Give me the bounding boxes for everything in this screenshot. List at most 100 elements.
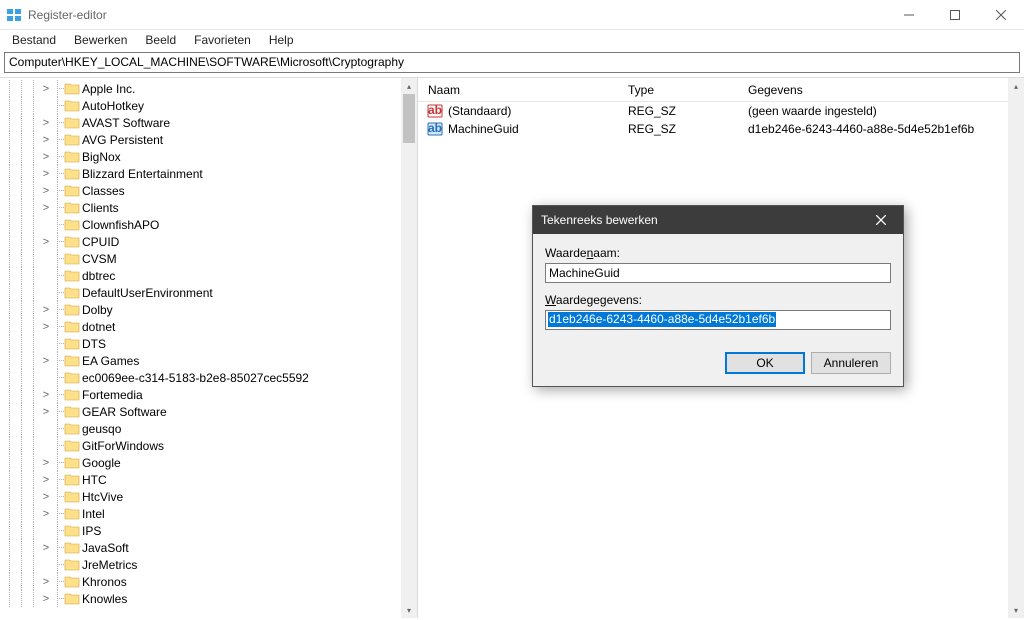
close-button[interactable] <box>978 0 1024 30</box>
window-controls <box>886 0 1024 30</box>
tree-item[interactable]: > dotnet <box>0 318 401 335</box>
folder-icon <box>64 302 80 318</box>
tree-item[interactable]: > Fortemedia <box>0 386 401 403</box>
expand-icon[interactable]: > <box>40 508 52 520</box>
tree-item[interactable]: DefaultUserEnvironment <box>0 284 401 301</box>
folder-icon <box>64 540 80 556</box>
tree-item-label: EA Games <box>82 354 139 368</box>
tree-item[interactable]: IPS <box>0 522 401 539</box>
expand-icon[interactable]: > <box>40 117 52 129</box>
col-naam[interactable]: Naam <box>418 79 618 101</box>
expand-icon[interactable]: > <box>40 355 52 367</box>
folder-icon <box>64 557 80 573</box>
value-name-input[interactable] <box>545 263 891 283</box>
tree-item[interactable]: AutoHotkey <box>0 97 401 114</box>
menu-bewerken[interactable]: Bewerken <box>66 31 135 49</box>
tree-item[interactable]: >HtcVive <box>0 488 401 505</box>
minimize-button[interactable] <box>886 0 932 30</box>
tree-item[interactable]: > BigNox <box>0 148 401 165</box>
folder-icon <box>64 353 80 369</box>
expand-icon[interactable]: > <box>40 406 52 418</box>
string-red-icon <box>426 103 444 119</box>
tree-item-label: Knowles <box>82 592 127 606</box>
registry-tree[interactable]: >Apple Inc.AutoHotkey>AVAST Software>AVG… <box>0 78 401 607</box>
tree-item[interactable]: JreMetrics <box>0 556 401 573</box>
scroll-down-icon[interactable]: ▾ <box>1008 602 1024 618</box>
menu-beeld[interactable]: Beeld <box>137 31 184 49</box>
expand-icon[interactable]: > <box>40 202 52 214</box>
folder-icon <box>64 387 80 403</box>
expand-icon[interactable]: > <box>40 593 52 605</box>
value-row[interactable]: (Standaard)REG_SZ(geen waarde ingesteld) <box>418 102 1024 120</box>
menu-favorieten[interactable]: Favorieten <box>186 31 259 49</box>
col-type[interactable]: Type <box>618 79 738 101</box>
col-gegevens[interactable]: Gegevens <box>738 79 1024 101</box>
tree-item[interactable]: dbtrec <box>0 267 401 284</box>
value-row[interactable]: MachineGuidREG_SZd1eb246e-6243-4460-a88e… <box>418 120 1024 138</box>
tree-item[interactable]: >Classes <box>0 182 401 199</box>
tree-item[interactable]: >CPUID <box>0 233 401 250</box>
expand-icon[interactable]: > <box>40 185 52 197</box>
regedit-icon <box>6 7 22 23</box>
expand-icon[interactable]: > <box>40 542 52 554</box>
tree-item[interactable]: >AVG Persistent <box>0 131 401 148</box>
expand-icon[interactable]: > <box>40 474 52 486</box>
tree-item[interactable]: >Clients <box>0 199 401 216</box>
tree-scrollbar[interactable]: ▴ ▾ <box>401 78 417 618</box>
expand-icon[interactable]: > <box>40 321 52 333</box>
expand-icon[interactable]: > <box>40 304 52 316</box>
dialog-close-button[interactable] <box>867 206 895 234</box>
tree-item-label: CVSM <box>82 252 117 266</box>
expand-icon[interactable]: > <box>40 83 52 95</box>
tree-item[interactable]: >Intel <box>0 505 401 522</box>
tree-item[interactable]: >GEAR Software <box>0 403 401 420</box>
expand-icon[interactable]: > <box>40 576 52 588</box>
tree-item-label: Khronos <box>82 575 127 589</box>
tree-item[interactable]: CVSM <box>0 250 401 267</box>
scroll-up-icon[interactable]: ▴ <box>401 78 417 94</box>
folder-icon <box>64 132 80 148</box>
tree-item-label: dotnet <box>82 320 115 334</box>
tree-item[interactable]: >Dolby <box>0 301 401 318</box>
tree-item[interactable]: >AVAST Software <box>0 114 401 131</box>
tree-item[interactable]: >Apple Inc. <box>0 80 401 97</box>
tree-item[interactable]: > Google <box>0 454 401 471</box>
tree-item[interactable]: > Khronos <box>0 573 401 590</box>
maximize-button[interactable] <box>932 0 978 30</box>
tree-item[interactable]: > Knowles <box>0 590 401 607</box>
expand-icon[interactable]: > <box>40 236 52 248</box>
tree-item[interactable]: >HTC <box>0 471 401 488</box>
tree-item[interactable]: GitForWindows <box>0 437 401 454</box>
cancel-button[interactable]: Annuleren <box>811 352 891 374</box>
tree-item[interactable]: geusqo <box>0 420 401 437</box>
scroll-down-icon[interactable]: ▾ <box>401 602 417 618</box>
expand-icon[interactable]: > <box>40 491 52 503</box>
tree-item[interactable]: DTS <box>0 335 401 352</box>
folder-icon <box>64 438 80 454</box>
expand-icon[interactable]: > <box>40 151 52 163</box>
scroll-up-icon[interactable]: ▴ <box>1008 78 1024 94</box>
menu-help[interactable]: Help <box>261 31 302 49</box>
values-scrollbar[interactable]: ▴ ▾ <box>1008 78 1024 618</box>
menu-bestand[interactable]: Bestand <box>4 31 64 49</box>
tree-item[interactable]: ec0069ee-c314-5183-b2e8-85027cec5592 <box>0 369 401 386</box>
address-bar[interactable]: Computer\HKEY_LOCAL_MACHINE\SOFTWARE\Mic… <box>4 52 1020 73</box>
expand-icon[interactable]: > <box>40 457 52 469</box>
expand-icon[interactable]: > <box>40 389 52 401</box>
expand-icon[interactable]: > <box>40 168 52 180</box>
tree-item-label: geusqo <box>82 422 121 436</box>
tree-item[interactable]: > EA Games <box>0 352 401 369</box>
tree-item-label: BigNox <box>82 150 121 164</box>
folder-icon <box>64 115 80 131</box>
tree-item[interactable]: ClownfishAPO <box>0 216 401 233</box>
tree-item-label: Google <box>82 456 121 470</box>
window-title: Register-editor <box>28 8 107 22</box>
dialog-titlebar[interactable]: Tekenreeks bewerken <box>533 206 903 234</box>
tree-item-label: IPS <box>82 524 101 538</box>
tree-item[interactable]: >JavaSoft <box>0 539 401 556</box>
tree-item-label: Fortemedia <box>82 388 143 402</box>
expand-icon[interactable]: > <box>40 134 52 146</box>
ok-button[interactable]: OK <box>725 352 805 374</box>
tree-item[interactable]: >Blizzard Entertainment <box>0 165 401 182</box>
scroll-thumb[interactable] <box>403 94 415 143</box>
